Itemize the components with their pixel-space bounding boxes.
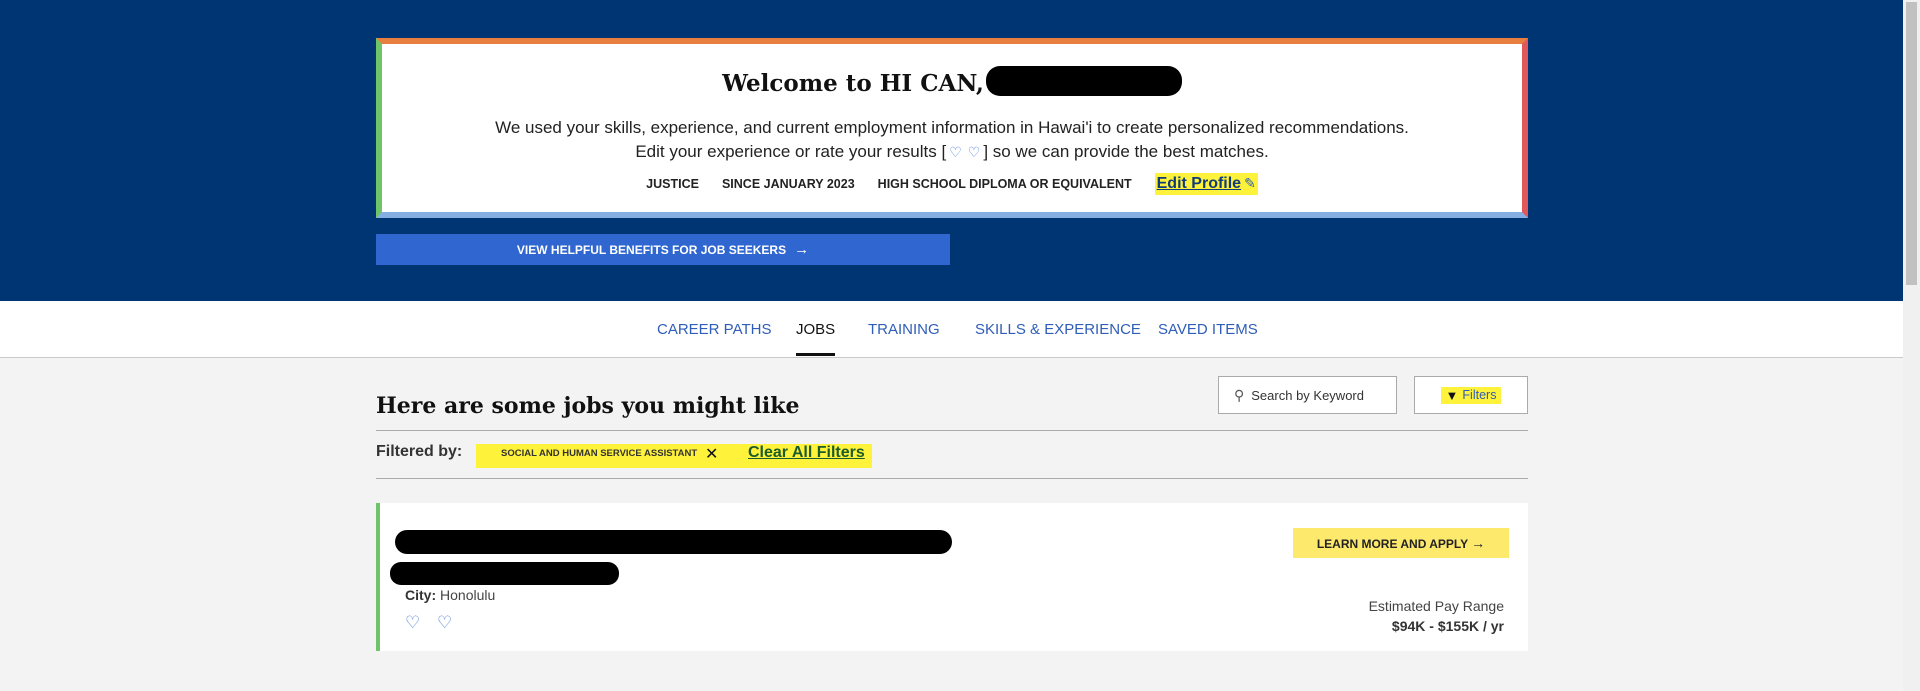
clear-all-filters-link[interactable]: Clear All Filters: [748, 444, 865, 462]
tab-training[interactable]: TRAINING: [868, 321, 940, 353]
tab-bar: CAREER PATHS JOBS TRAINING SKILLS & EXPE…: [0, 301, 1903, 358]
filters-label: Filters: [1462, 388, 1497, 402]
heart-down-icon: ♡: [967, 144, 981, 160]
pencil-icon: ✎: [1244, 175, 1256, 191]
arrow-right-icon: →: [1471, 535, 1486, 551]
job-city: City: Honolulu: [405, 587, 495, 603]
profile-meta-education: HIGH SCHOOL DIPLOMA OR EQUIVALENT: [877, 177, 1132, 191]
pay-range-value: $94K - $155K / yr: [1391, 618, 1504, 634]
divider: [376, 478, 1528, 479]
welcome-subtitle-line1: We used your skills, experience, and cur…: [495, 118, 1409, 137]
arrow-right-icon: →: [794, 241, 810, 258]
welcome-subtitle-line2: Edit your experience or rate your result…: [382, 140, 1522, 164]
tab-career-paths[interactable]: CAREER PATHS: [657, 321, 771, 353]
heart-minus-icon[interactable]: ♡: [437, 613, 452, 633]
close-icon[interactable]: ✕: [705, 444, 718, 464]
tab-skills-experience[interactable]: SKILLS & EXPERIENCE: [975, 321, 1141, 353]
scrollbar-thumb[interactable]: [1906, 2, 1917, 285]
redacted-job-title: [395, 530, 952, 554]
job-city-value: Honolulu: [440, 587, 496, 603]
profile-meta-since: SINCE JANUARY 2023: [721, 177, 855, 191]
welcome-title-text: Welcome to HI CAN,: [722, 70, 984, 97]
job-city-label: City:: [405, 587, 437, 603]
tab-jobs[interactable]: JOBS: [796, 321, 836, 356]
edit-profile-label: Edit Profile: [1156, 175, 1242, 192]
welcome-subtitle-line2-pre: Edit your experience or rate your result…: [635, 142, 947, 161]
active-filter-chip: SOCIAL AND HUMAN SERVICE ASSISTANT: [501, 448, 698, 459]
page-scrollbar[interactable]: [1903, 0, 1920, 691]
learn-more-label: LEARN MORE AND APPLY: [1316, 537, 1469, 551]
hero-banner: Welcome to HI CAN, We used your skills, …: [0, 0, 1903, 301]
welcome-subtitle: We used your skills, experience, and cur…: [382, 116, 1522, 164]
divider: [376, 430, 1528, 431]
welcome-card: Welcome to HI CAN, We used your skills, …: [376, 38, 1528, 218]
filtered-by-label: Filtered by:: [376, 443, 463, 460]
redacted-user-name: [985, 66, 1182, 96]
funnel-icon: ▼: [1445, 387, 1459, 403]
redacted-employer: [390, 562, 619, 585]
view-benefits-button[interactable]: VIEW HELPFUL BENEFITS FOR JOB SEEKERS →: [376, 234, 950, 265]
profile-meta: JUSTICE SINCE JANUARY 2023 HIGH SCHOOL D…: [382, 173, 1522, 195]
welcome-subtitle-line2-post: ] so we can provide the best matches.: [983, 142, 1269, 161]
filters-button-content: ▼ Filters: [1440, 386, 1502, 404]
welcome-title: Welcome to HI CAN,: [382, 66, 1522, 100]
view-benefits-label: VIEW HELPFUL BENEFITS FOR JOB SEEKERS: [516, 243, 787, 257]
heart-up-icon: ♡: [949, 144, 962, 160]
filters-button[interactable]: ▼ Filters: [1414, 376, 1528, 414]
learn-more-apply-button[interactable]: LEARN MORE AND APPLY →: [1293, 528, 1509, 558]
edit-profile-link[interactable]: Edit Profile ✎: [1154, 173, 1258, 195]
job-card: City: Honolulu ♡ ♡ LEARN MORE AND APPLY →…: [376, 503, 1528, 651]
jobs-section-title: Here are some jobs you might like: [376, 393, 800, 419]
tab-saved-items[interactable]: SAVED ITEMS: [1158, 321, 1258, 353]
keyword-search-input[interactable]: ⚲ Search by Keyword: [1218, 376, 1397, 414]
search-icon: ⚲: [1234, 386, 1245, 403]
pay-range-label: Estimated Pay Range: [1368, 598, 1504, 614]
search-placeholder: Search by Keyword: [1251, 387, 1364, 403]
profile-meta-industry: JUSTICE: [646, 177, 699, 191]
heart-plus-icon[interactable]: ♡: [405, 613, 420, 633]
